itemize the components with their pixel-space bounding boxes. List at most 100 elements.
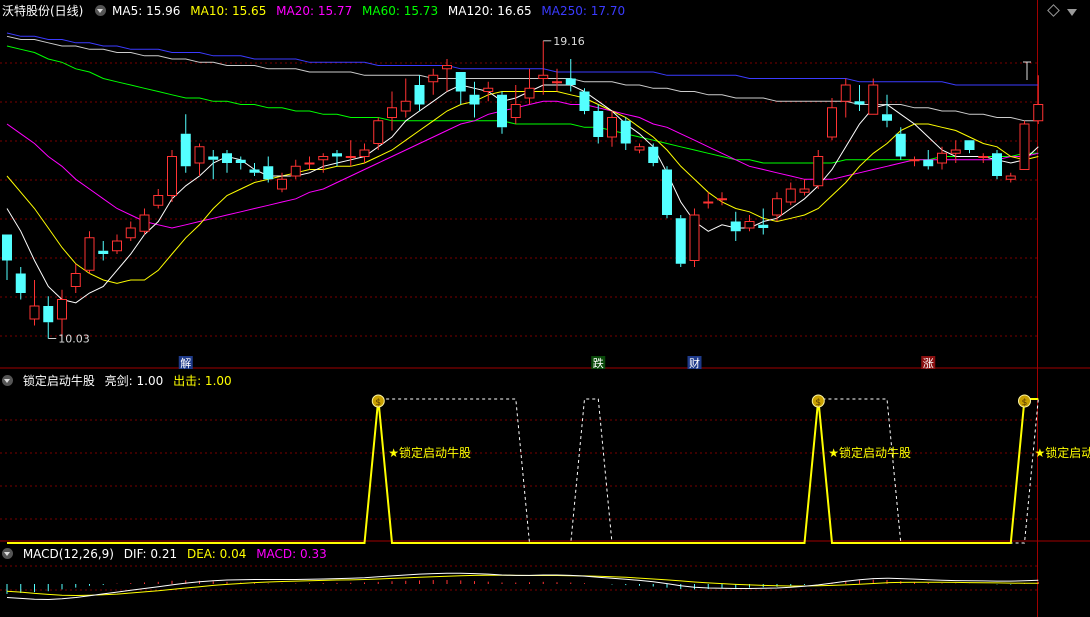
candle xyxy=(29,280,40,326)
candle-body xyxy=(428,74,439,83)
candle-body xyxy=(552,81,562,84)
macd-dea-label: DEA: 0.04 xyxy=(186,547,247,561)
candle xyxy=(593,104,604,144)
candle xyxy=(1033,75,1044,124)
candle-body xyxy=(785,188,796,203)
candle xyxy=(290,159,301,180)
candle-body xyxy=(15,273,26,293)
candle-body xyxy=(840,84,851,102)
candle xyxy=(620,117,631,150)
candle-body xyxy=(57,299,67,320)
candle xyxy=(634,143,645,154)
candle xyxy=(222,150,232,173)
candle xyxy=(758,208,769,235)
candle-body xyxy=(964,140,975,150)
candle xyxy=(414,75,425,111)
candle-body xyxy=(442,65,452,70)
candle-body xyxy=(497,94,507,128)
macd-title[interactable]: MACD(12,26,9) xyxy=(23,547,114,561)
event-marker-label: 财 xyxy=(689,356,700,370)
candle xyxy=(772,192,782,222)
event-marker-label: 解 xyxy=(180,356,191,370)
candle-body xyxy=(882,114,892,121)
candle-body xyxy=(455,72,466,92)
candle xyxy=(194,143,205,176)
candle xyxy=(964,140,975,154)
candle-body xyxy=(414,85,425,105)
candle-body xyxy=(950,149,961,154)
candle xyxy=(992,150,1002,180)
candle-body xyxy=(1019,123,1030,170)
ma250-label: MA250: 17.70 xyxy=(541,4,626,18)
candle xyxy=(208,150,219,180)
candle-body xyxy=(70,273,81,287)
candle-body xyxy=(648,146,659,163)
candle-body xyxy=(208,156,219,160)
candle-body xyxy=(772,198,782,216)
candle xyxy=(1019,120,1030,170)
candle-body xyxy=(510,104,521,118)
high-price-label: 19.16 xyxy=(553,35,585,48)
macd-header: MACD(12,26,9) DIF: 0.21 DEA: 0.04 MACD: … xyxy=(0,546,333,562)
candle-body xyxy=(799,188,810,193)
candle-body xyxy=(43,306,54,323)
candle xyxy=(895,127,906,160)
candle xyxy=(579,88,590,115)
signal-dashed-line xyxy=(7,398,1039,544)
candle-body xyxy=(579,91,590,111)
candle-body xyxy=(758,224,769,228)
candle xyxy=(882,94,892,128)
candle xyxy=(827,98,837,141)
chart-canvas: 19.16 10.03 解 跌 财 涨 $ ★锁定启动牛股 $ ★锁定启动牛股 $ ★锁定启动牛股 xyxy=(0,0,1090,617)
candle xyxy=(923,150,934,170)
candle xyxy=(662,166,672,219)
candle-body xyxy=(290,165,301,177)
candle xyxy=(167,150,177,202)
candle xyxy=(730,211,741,241)
candle xyxy=(937,146,947,170)
candle-body xyxy=(565,78,576,85)
indicator-panel: $ ★锁定启动牛股 $ ★锁定启动牛股 $ ★锁定启动牛股 xyxy=(7,394,1090,544)
candle xyxy=(909,156,920,167)
candle-body xyxy=(992,153,1002,176)
candle xyxy=(868,78,879,115)
macd-dif-label: DIF: 0.21 xyxy=(123,547,178,561)
ma20-label: MA20: 15.77 xyxy=(276,4,353,18)
candle xyxy=(153,189,164,209)
candle-body xyxy=(153,195,164,206)
candle-body xyxy=(813,156,824,187)
candlestick-panel: 19.16 10.03 解 跌 财 涨 xyxy=(2,32,1044,370)
money-bag-symbol: $ xyxy=(815,398,821,408)
candle xyxy=(345,140,356,167)
candle xyxy=(840,78,851,118)
indicator-title[interactable]: 锁定启动牛股 xyxy=(23,374,95,388)
candle-body xyxy=(469,94,480,105)
dropdown-icon[interactable] xyxy=(2,375,13,386)
ma60-label: MA60: 15.73 xyxy=(362,4,439,18)
dropdown-icon[interactable] xyxy=(2,548,13,559)
candle-body xyxy=(634,146,645,151)
candle-body xyxy=(854,101,865,105)
money-bag-icon: $ xyxy=(1018,394,1031,408)
candle-body xyxy=(662,169,672,215)
candle xyxy=(15,267,26,300)
candle-body xyxy=(318,156,329,161)
candle-body xyxy=(29,305,40,320)
candle-body xyxy=(112,240,122,252)
candle-body xyxy=(909,159,920,162)
candle xyxy=(1005,172,1016,183)
stock-title[interactable]: 沃特股份(日线) xyxy=(2,4,83,18)
candle xyxy=(387,91,397,131)
ma10-label: MA10: 15.65 xyxy=(190,4,267,18)
candle xyxy=(648,143,659,167)
ma120-line xyxy=(6,35,1039,122)
money-bag-symbol: $ xyxy=(375,398,381,408)
dropdown-icon[interactable] xyxy=(95,5,107,16)
collapse-icon[interactable] xyxy=(1067,9,1077,16)
candle xyxy=(112,234,122,254)
candle xyxy=(483,81,494,102)
candle-body xyxy=(345,156,356,158)
candle-body xyxy=(675,218,686,264)
candle-body xyxy=(978,156,989,158)
candle-body xyxy=(235,159,246,163)
